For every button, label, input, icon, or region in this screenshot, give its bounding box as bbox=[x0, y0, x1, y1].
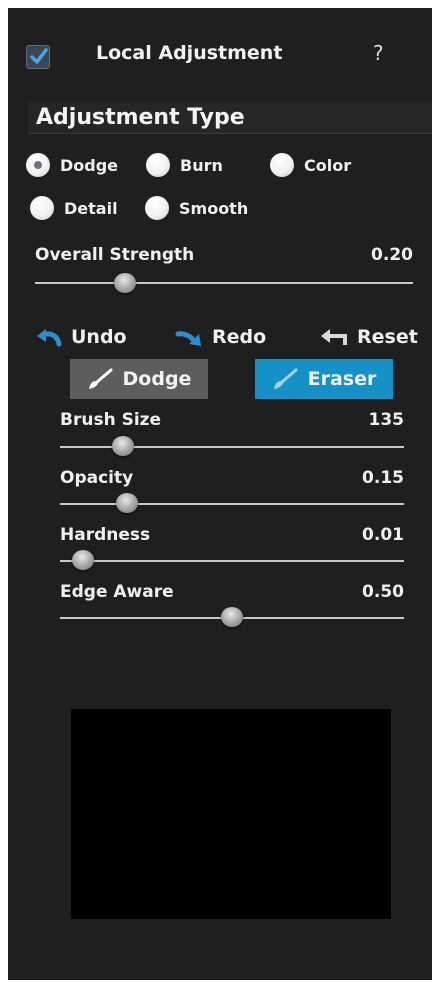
overall-strength-label: Overall Strength bbox=[35, 245, 195, 265]
redo-label: Redo bbox=[212, 326, 267, 348]
radio-label: Detail bbox=[64, 198, 118, 218]
hardness-label: Hardness bbox=[60, 525, 151, 545]
reset-button[interactable]: Reset bbox=[319, 326, 418, 348]
brush-icon bbox=[273, 368, 298, 389]
eraser-brush-button[interactable]: Eraser bbox=[255, 359, 393, 399]
help-button[interactable]: ? bbox=[373, 41, 384, 65]
radio-color[interactable]: Color bbox=[270, 152, 351, 178]
adjustment-type-heading: Adjustment Type bbox=[28, 102, 432, 134]
dodge-brush-label: Dodge bbox=[122, 368, 192, 390]
edge-aware-label: Edge Aware bbox=[60, 582, 174, 602]
reset-label: Reset bbox=[357, 326, 418, 348]
overall-strength-slider-handle[interactable] bbox=[114, 273, 136, 293]
undo-button[interactable]: Undo bbox=[35, 326, 127, 348]
radio-indicator bbox=[146, 153, 170, 177]
eraser-brush-label: Eraser bbox=[307, 368, 377, 390]
radio-dodge[interactable]: Dodge bbox=[26, 152, 118, 178]
panel-title: Local Adjustment bbox=[96, 42, 283, 64]
hardness-slider-track[interactable] bbox=[60, 560, 404, 562]
radio-label: Color bbox=[304, 155, 352, 175]
radio-label: Smooth bbox=[179, 198, 249, 218]
undo-icon bbox=[37, 329, 62, 347]
overall-strength-slider-track[interactable] bbox=[35, 282, 413, 284]
checkmark-icon bbox=[30, 48, 48, 64]
radio-indicator bbox=[30, 196, 54, 220]
brush-icon bbox=[88, 368, 113, 389]
radio-burn[interactable]: Burn bbox=[146, 152, 223, 178]
undo-label: Undo bbox=[71, 326, 127, 348]
enable-local-adjustment-checkbox[interactable] bbox=[26, 45, 50, 69]
brush-size-value: 135 bbox=[368, 410, 405, 430]
brush-size-slider-handle[interactable] bbox=[112, 436, 134, 456]
radio-label: Burn bbox=[180, 155, 223, 175]
radio-indicator bbox=[145, 196, 169, 220]
radio-indicator bbox=[26, 153, 50, 177]
reset-arrow-icon bbox=[321, 329, 347, 345]
radio-detail[interactable]: Detail bbox=[30, 195, 118, 221]
edge-aware-value: 0.50 bbox=[362, 582, 404, 602]
redo-button[interactable]: Redo bbox=[174, 326, 266, 348]
radio-indicator bbox=[270, 153, 294, 177]
hardness-value: 0.01 bbox=[362, 525, 404, 545]
brush-size-label: Brush Size bbox=[60, 410, 162, 430]
dodge-brush-button[interactable]: Dodge bbox=[70, 359, 208, 399]
radio-label: Dodge bbox=[60, 155, 119, 175]
preview-canvas bbox=[71, 709, 391, 919]
radio-smooth[interactable]: Smooth bbox=[145, 195, 248, 221]
redo-icon bbox=[175, 331, 201, 346]
opacity-label: Opacity bbox=[60, 468, 134, 488]
overall-strength-value: 0.20 bbox=[371, 245, 413, 265]
hardness-slider-handle[interactable] bbox=[72, 550, 94, 570]
opacity-slider-handle[interactable] bbox=[116, 493, 138, 513]
edge-aware-slider-handle[interactable] bbox=[221, 607, 243, 627]
opacity-slider-track[interactable] bbox=[60, 503, 404, 505]
local-adjustment-panel: Local Adjustment ? Adjustment Type Dodge… bbox=[8, 8, 432, 980]
opacity-value: 0.15 bbox=[362, 468, 404, 488]
